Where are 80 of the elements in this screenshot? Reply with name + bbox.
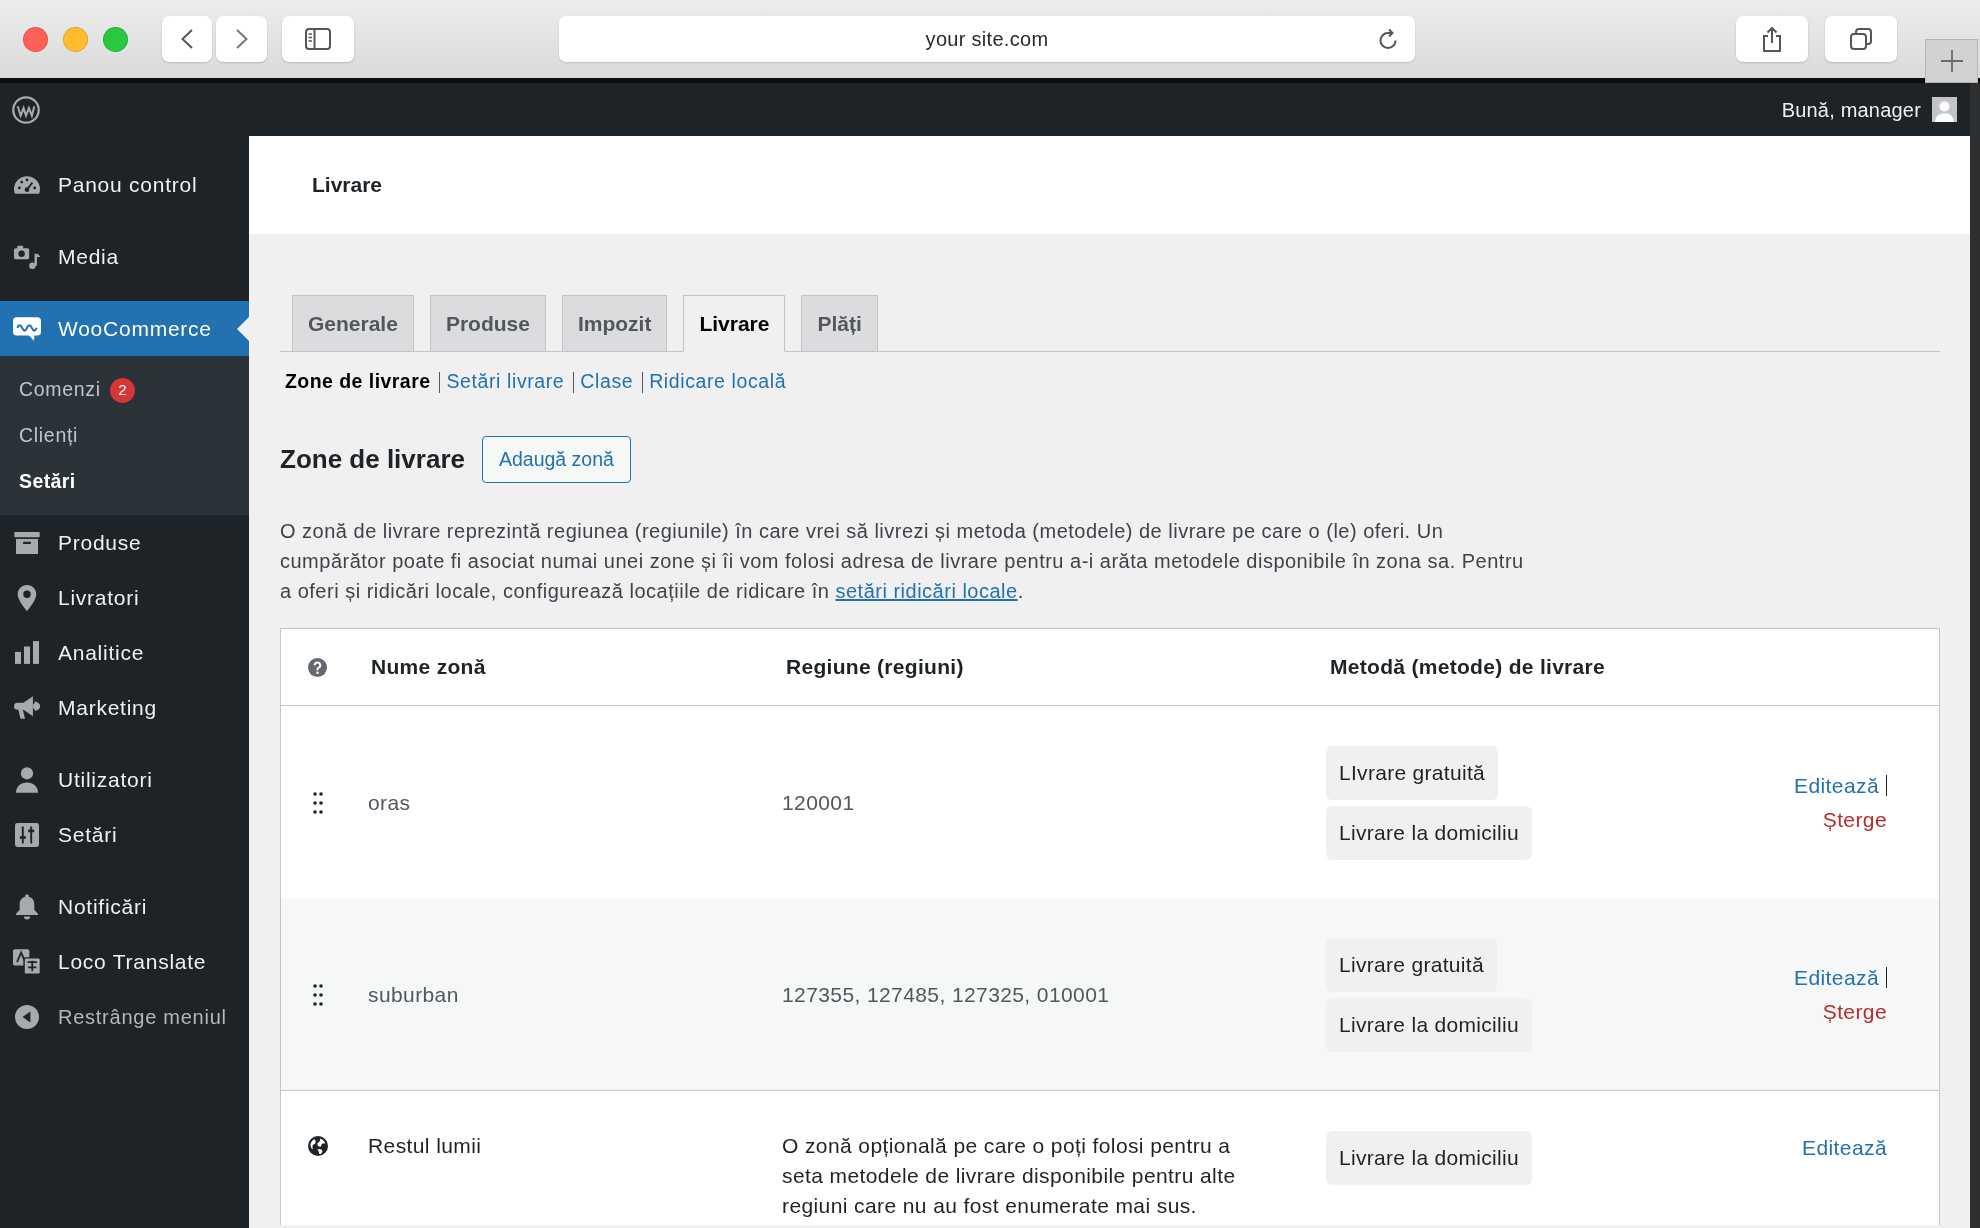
sidebar-menu-item[interactable]: Marketing xyxy=(0,680,249,735)
speech-bubble-icon xyxy=(13,316,41,341)
edit-link[interactable]: Editează xyxy=(1802,1131,1887,1165)
new-tab-button[interactable] xyxy=(1925,39,1978,83)
notification-count: 2 xyxy=(109,377,135,403)
settings-tab[interactable]: Plăți xyxy=(801,295,878,352)
description-text: O zonă de livrare reprezintă regiunea (regiunile) în care vrei să livrezi și metoda (metodele) de livrare pe care o (le) oferi. Un cumpărător poate fi asociat numai unei zone și îi vom folosi adresa de livrare pentru a-i arăta metodele disponibile în zona sa. Pentru a oferi și ridicări locale, configurează locațiile de ridicare în setări ridicări locale. xyxy=(280,519,1525,604)
page-title: Livrare xyxy=(312,172,383,199)
submenu-item[interactable]: Setări xyxy=(0,459,249,505)
sliders-icon xyxy=(15,822,39,847)
column-header: Nume zonă xyxy=(371,655,486,679)
shipping-method-tag: Livrare la domiciliu xyxy=(1326,997,1532,1052)
delete-link[interactable]: Șterge xyxy=(1822,994,1887,1029)
sidebar-menu-item[interactable]: Livratori xyxy=(0,570,249,625)
sidebar-menu-item[interactable]: Setări xyxy=(0,807,249,862)
zone-regions: 120001 xyxy=(782,790,855,814)
shipping-method-tag: Livrare la domiciliu xyxy=(1326,805,1532,860)
plus-icon xyxy=(1940,50,1963,72)
shipping-method-tag: LIvrare gratuită xyxy=(1326,745,1499,800)
location-pin-icon xyxy=(17,584,37,611)
overlapping-squares-icon xyxy=(1850,28,1872,50)
sidebar-menu-item[interactable]: Notificări xyxy=(0,879,249,934)
tab-overview-button[interactable] xyxy=(1825,16,1897,62)
sidebar-menu-item[interactable]: Produse xyxy=(0,515,249,570)
globe-icon xyxy=(307,1136,328,1156)
archive-box-icon xyxy=(14,531,40,554)
help-icon[interactable] xyxy=(308,657,327,677)
sidebar-menu-item[interactable]: Utilizatori xyxy=(0,752,249,807)
sidebar-toggle-button[interactable] xyxy=(282,16,354,62)
zone-name: suburban xyxy=(368,982,459,1006)
zone-regions: 127355, 127485, 127325, 010001 xyxy=(782,982,1110,1006)
sidebar-icon xyxy=(305,28,331,50)
translation-icon xyxy=(13,948,41,975)
section-link[interactable]: Setări livrare xyxy=(446,367,565,397)
zone-description: O zonă opțională pe care o poți folosi pentru a seta metodele de livrare disponibile pentru alte regiuni care nu au fost enumerate mai sus. xyxy=(782,1134,1236,1217)
sidebar-menu-item[interactable]: Analitice xyxy=(0,625,249,680)
logo-icon[interactable] xyxy=(12,95,40,124)
camera-music-icon xyxy=(14,244,40,269)
gauge-icon xyxy=(14,175,40,194)
person-icon xyxy=(16,766,38,793)
bell-icon xyxy=(16,893,38,920)
bar-chart-icon xyxy=(15,641,39,664)
shipping-method-tag: Livrare gratuită xyxy=(1326,937,1497,992)
settings-tab[interactable]: Impozit xyxy=(561,295,668,352)
megaphone-icon xyxy=(14,694,40,721)
window-close-button[interactable] xyxy=(23,26,48,52)
sidebar-menu-item[interactable]: Loco Translate xyxy=(0,934,249,989)
back-button[interactable] xyxy=(162,16,212,62)
sidebar-menu-item[interactable]: Media xyxy=(0,229,249,284)
zone-name: Restul lumii xyxy=(368,1134,482,1157)
submenu-item[interactable]: Clienți xyxy=(0,413,249,459)
section-link[interactable]: Clase xyxy=(580,367,634,397)
zone-name: oras xyxy=(368,790,411,814)
drag-handle-icon[interactable] xyxy=(312,791,323,814)
settings-tab[interactable]: Livrare xyxy=(683,295,786,352)
share-icon xyxy=(1762,26,1782,52)
settings-tab[interactable]: Generale xyxy=(292,295,414,352)
add-zone-button[interactable]: Adaugă zonă xyxy=(481,436,631,483)
section-link[interactable]: Zone de livrare xyxy=(285,367,431,397)
column-header: Regiune (regiuni) xyxy=(786,655,964,679)
pickup-settings-link[interactable]: setări ridicări locale xyxy=(835,580,1018,602)
column-header: Metodă (metode) de livrare xyxy=(1330,655,1606,679)
section-link[interactable]: Ridicare locală xyxy=(649,367,787,397)
section-heading: Zone de livrare xyxy=(280,443,465,476)
edit-link[interactable]: Editează xyxy=(1794,768,1879,803)
address-bar[interactable]: your site.com xyxy=(559,16,1415,62)
submenu-item[interactable]: Comenzi 2 xyxy=(0,367,249,413)
sidebar-menu-item[interactable]: WooCommerce xyxy=(0,301,249,356)
settings-tab[interactable]: Produse xyxy=(429,295,546,352)
chevron-right-icon xyxy=(235,29,248,49)
chevron-left-icon xyxy=(181,29,193,49)
collapse-menu-button[interactable]: Restrânge meniul xyxy=(0,989,249,1044)
delete-link[interactable]: Șterge xyxy=(1822,802,1887,837)
edit-link[interactable]: Editează xyxy=(1794,960,1879,995)
share-button[interactable] xyxy=(1736,16,1808,62)
reload-icon[interactable] xyxy=(1377,28,1399,50)
drag-handle-icon[interactable] xyxy=(312,983,323,1006)
shipping-method-tag: Livrare la domiciliu xyxy=(1326,1131,1532,1185)
greeting-text[interactable]: Bună, manager xyxy=(1781,94,1921,125)
sidebar-menu-item[interactable]: Panou control xyxy=(0,157,249,212)
